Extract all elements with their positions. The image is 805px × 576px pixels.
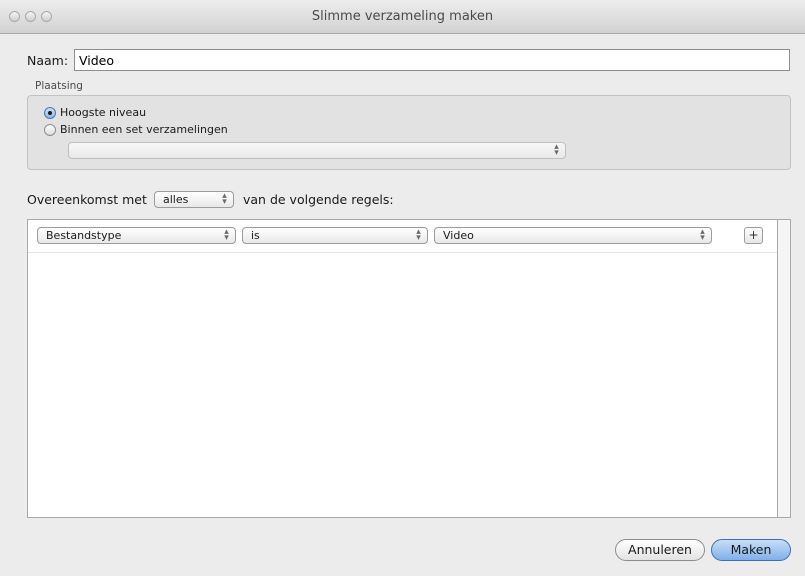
rules-list [27,219,778,518]
radio-within-set[interactable]: Binnen een set verzamelingen [44,123,228,136]
add-rule-button[interactable]: + [744,227,763,244]
title-bar: Slimme verzameling maken [0,0,805,34]
match-suffix-label: van de volgende regels: [243,192,394,207]
match-popup[interactable]: alles ▴ ▾ [154,191,234,208]
rule-field-popup[interactable]: Bestandstype ▴ ▾ [37,227,236,244]
make-button[interactable]: Maken [711,539,791,561]
rule-operator-popup[interactable]: is ▴ ▾ [242,227,428,244]
rule-field-value: Bestandstype [46,229,122,242]
popup-arrows-icon: ▴ ▾ [554,142,559,158]
name-input[interactable] [74,49,790,71]
rules-scrollbar[interactable] [778,219,791,518]
match-popup-value: alles [163,193,189,206]
name-label: Naam: [27,53,69,68]
cancel-button[interactable]: Annuleren [615,539,705,561]
rule-value-value: Video [443,229,474,242]
match-prefix-label: Overeenkomst met [27,192,147,207]
radio-selected-icon[interactable] [44,106,56,119]
popup-arrows-icon: ▴ ▾ [224,227,229,243]
rule-operator-value: is [251,229,260,242]
popup-arrows-icon: ▴ ▾ [416,227,421,243]
radio-within-set-label: Binnen een set verzamelingen [60,123,228,136]
popup-arrows-icon: ▴ ▾ [700,227,705,243]
popup-arrows-icon: ▴ ▾ [222,191,227,207]
radio-top-level-label: Hoogste niveau [60,106,147,119]
rule-value-popup[interactable]: Video ▴ ▾ [434,227,712,244]
window-title: Slimme verzameling maken [311,9,494,24]
radio-unselected-icon[interactable] [44,123,56,136]
placement-label: Plaatsing [35,80,83,92]
collection-set-popup[interactable]: ▴ ▾ [68,142,566,159]
radio-top-level[interactable]: Hoogste niveau [44,106,146,119]
